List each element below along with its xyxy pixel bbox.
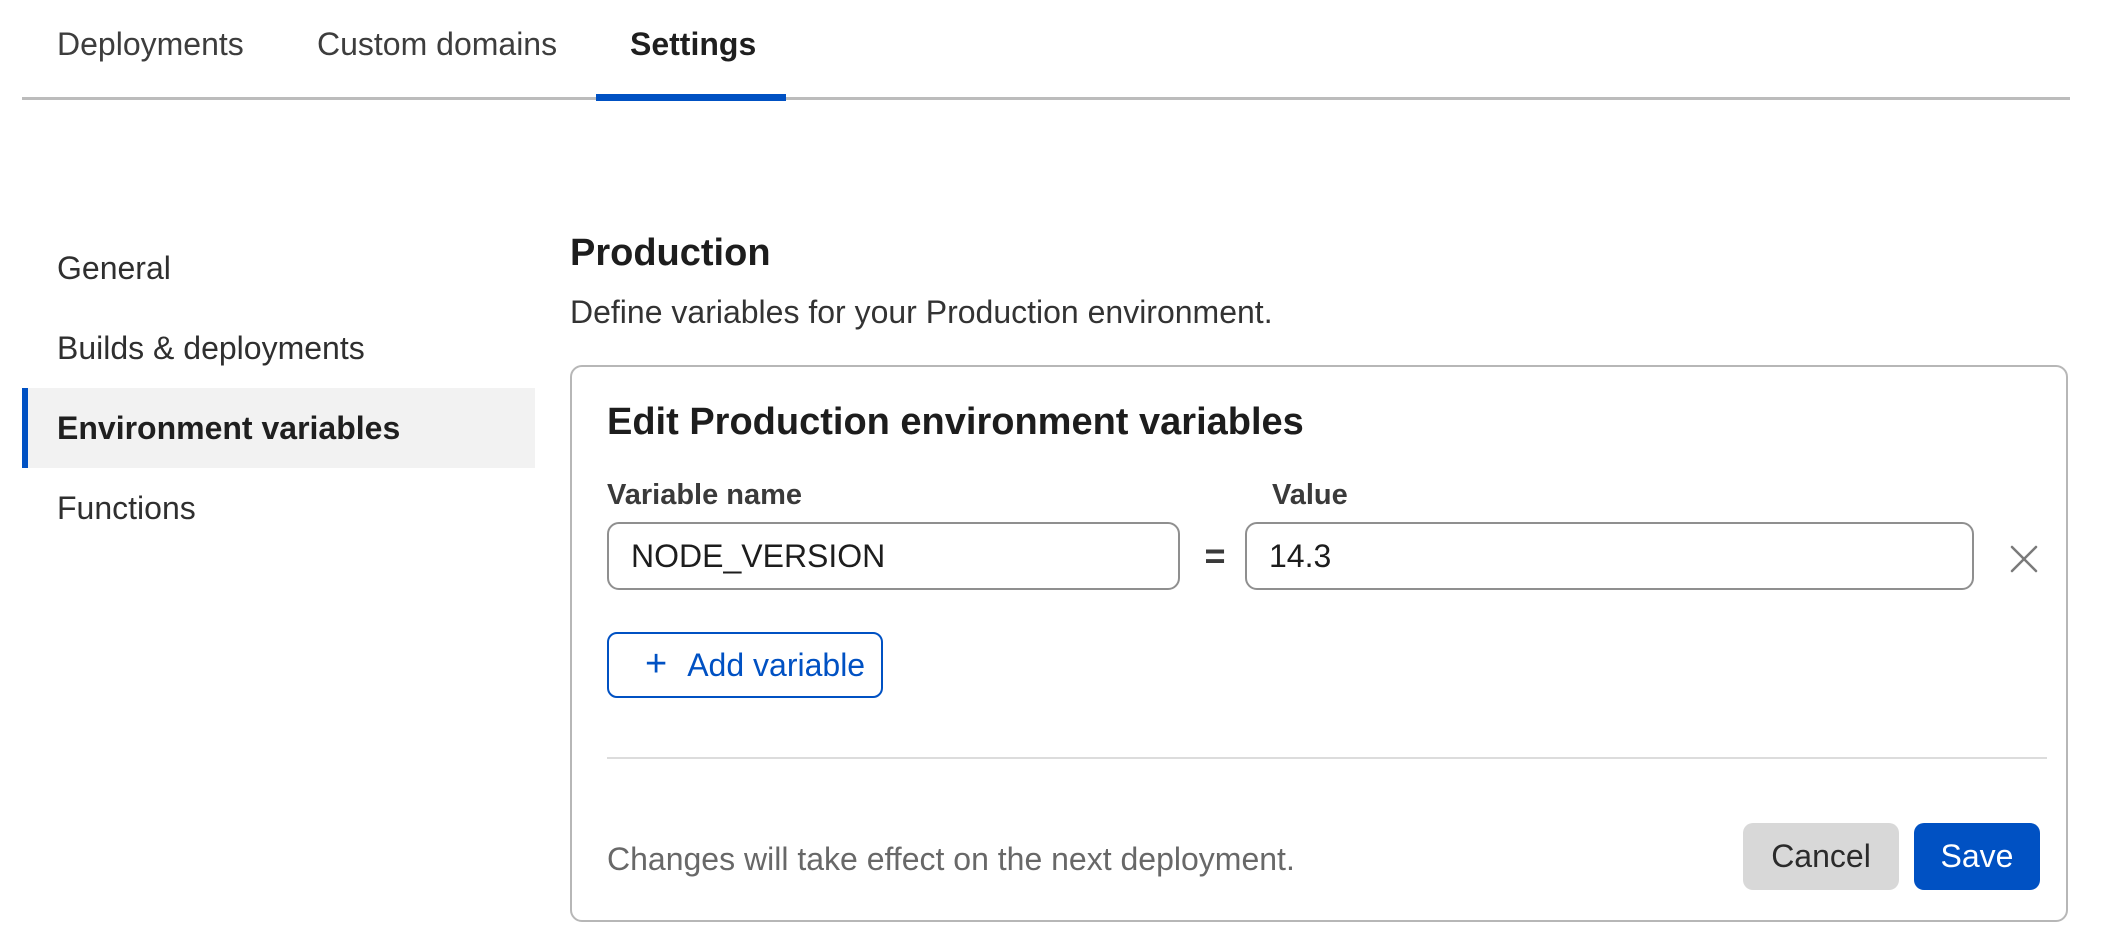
value-label: Value xyxy=(1272,479,1348,512)
page-title: Production xyxy=(570,232,771,275)
variable-name-label: Variable name xyxy=(607,479,802,512)
tab-deployments[interactable]: Deployments xyxy=(57,26,244,63)
remove-variable-button[interactable] xyxy=(2002,537,2046,581)
variable-value-input[interactable] xyxy=(1245,522,1974,590)
plus-icon: + xyxy=(645,645,667,683)
equals-sign: = xyxy=(1190,522,1240,590)
tab-bar-divider xyxy=(22,97,2070,100)
card-divider xyxy=(607,757,2047,759)
card-title: Edit Production environment variables xyxy=(607,401,1304,444)
tab-settings[interactable]: Settings xyxy=(630,26,756,63)
variable-name-input[interactable] xyxy=(607,522,1180,590)
add-variable-label: Add variable xyxy=(687,647,865,684)
add-variable-button[interactable]: + Add variable xyxy=(607,632,883,698)
active-tab-indicator xyxy=(596,94,786,101)
tab-custom-domains[interactable]: Custom domains xyxy=(317,26,557,63)
pages-settings-screen: Deployments Custom domains Settings Gene… xyxy=(0,0,2121,948)
footer-note: Changes will take effect on the next dep… xyxy=(607,841,1295,878)
sidebar-item-general[interactable]: General xyxy=(22,228,535,308)
close-icon xyxy=(2008,543,2040,575)
cancel-button[interactable]: Cancel xyxy=(1743,823,1899,890)
sidebar-item-builds-deployments[interactable]: Builds & deployments xyxy=(22,308,535,388)
save-button[interactable]: Save xyxy=(1914,823,2040,890)
sidebar-item-environment-variables[interactable]: Environment variables xyxy=(22,388,535,468)
settings-sidebar: General Builds & deployments Environment… xyxy=(22,228,535,548)
environment-variables-card: Edit Production environment variables Va… xyxy=(570,365,2068,922)
sidebar-item-functions[interactable]: Functions xyxy=(22,468,535,548)
page-description: Define variables for your Production env… xyxy=(570,294,1273,331)
